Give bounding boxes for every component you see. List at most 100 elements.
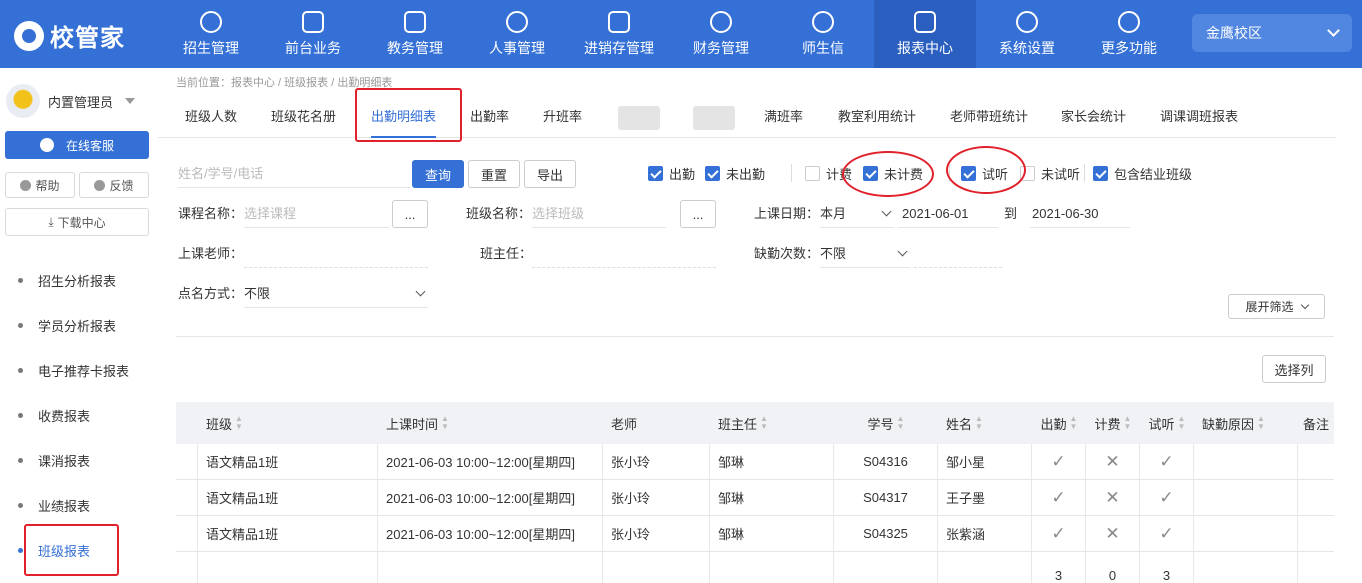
tab-full-class-rate[interactable]: 满班率 bbox=[764, 96, 803, 138]
cell-absence-reason bbox=[1194, 480, 1298, 515]
search-input[interactable]: 姓名/学号/电话 bbox=[178, 160, 410, 188]
menu-item-class-consumption[interactable]: 课消报表 bbox=[0, 438, 158, 483]
column-header-absence-reason[interactable]: 缺勤原因 ▲ ▼ bbox=[1194, 402, 1298, 444]
table-row[interactable]: 语文精品1班 2021-06-03 10:00~12:00[星期四] 张小玲 邹… bbox=[176, 444, 1334, 480]
bullet-icon bbox=[18, 458, 23, 463]
bullet-icon bbox=[18, 278, 23, 283]
column-header-billed[interactable]: 计费 ▲ ▼ bbox=[1086, 402, 1140, 444]
table-row[interactable]: 语文精品1班 2021-06-03 10:00~12:00[星期四] 张小玲 邹… bbox=[176, 516, 1334, 552]
user-menu[interactable]: 内置管理员 bbox=[6, 84, 136, 118]
export-button[interactable]: 导出 bbox=[524, 160, 576, 188]
date-range-select[interactable]: 本月 bbox=[820, 200, 894, 228]
cross-icon: ✕ bbox=[1105, 523, 1120, 543]
column-header-time[interactable]: 上课时间 ▲ ▼ bbox=[378, 402, 603, 444]
tab-reschedule-report[interactable]: 调课调班报表 bbox=[1160, 96, 1238, 138]
download-center-button[interactable]: ⤓ 下载中心 bbox=[5, 208, 149, 236]
chevron-down-icon bbox=[1327, 24, 1340, 37]
class-picker-button[interactable]: ... bbox=[680, 200, 716, 228]
cell-billed: ✕ bbox=[1086, 444, 1140, 479]
header-label: 备注 bbox=[1302, 416, 1329, 432]
course-input[interactable]: 选择课程 bbox=[244, 200, 389, 228]
section-divider bbox=[176, 336, 1334, 337]
table-header-row: 班级 ▲ ▼ 上课时间 ▲ ▼ 老师 班主任 ▲ ▼ 学号 ▲ ▼ 姓名 ▲ ▼ 出勤 ▲ ▼ 计费 ▲ ▼… bbox=[176, 402, 1334, 444]
nav-item-hr[interactable]: 人事管理 bbox=[466, 0, 568, 68]
cell-attend: ✓ bbox=[1032, 444, 1086, 479]
online-service-button[interactable]: 在线客服 bbox=[5, 131, 149, 159]
feedback-label: 反馈 bbox=[109, 178, 134, 193]
cell-empty bbox=[710, 552, 834, 583]
cell-name: 王子墨 bbox=[938, 480, 1032, 515]
date-to-input[interactable]: 2021-06-30 bbox=[1030, 200, 1130, 228]
cell-head-teacher: 邹琳 bbox=[710, 480, 834, 515]
nav-item-settings[interactable]: 系统设置 bbox=[976, 0, 1078, 68]
menu-item-referral-card[interactable]: 电子推荐卡报表 bbox=[0, 348, 158, 393]
nav-item-enrollment[interactable]: 招生管理 bbox=[160, 0, 262, 68]
help-button[interactable]: 帮助 bbox=[5, 172, 75, 198]
column-header-head-teacher[interactable]: 班主任 ▲ ▼ bbox=[710, 402, 834, 444]
tab-attendance-rate[interactable]: 出勤率 bbox=[470, 96, 509, 138]
feedback-button[interactable]: 反馈 bbox=[79, 172, 149, 198]
tab-class-roster[interactable]: 班级花名册 bbox=[271, 96, 336, 138]
campus-selector[interactable]: 金鹰校区 bbox=[1192, 14, 1352, 52]
date-label: 上课日期： bbox=[754, 206, 820, 221]
column-header-trial[interactable]: 试听 ▲ ▼ bbox=[1140, 402, 1194, 444]
menu-item-performance[interactable]: 业绩报表 bbox=[0, 483, 158, 528]
date-from-input[interactable]: 2021-06-01 bbox=[898, 200, 998, 228]
total-trial: 3 bbox=[1140, 552, 1194, 583]
checkbox-absent[interactable]: 未出勤 bbox=[705, 163, 765, 183]
rollcall-select[interactable]: 不限 bbox=[244, 280, 428, 308]
header-label: 班主任 bbox=[718, 416, 758, 432]
cell-remark bbox=[1298, 516, 1334, 551]
cross-icon: ✕ bbox=[1105, 487, 1120, 507]
nav-item-finance[interactable]: 财务管理 bbox=[670, 0, 772, 68]
tab-parent-meeting[interactable]: 家长会统计 bbox=[1061, 96, 1126, 138]
table-row[interactable]: 语文精品1班 2021-06-03 10:00~12:00[星期四] 张小玲 邹… bbox=[176, 480, 1334, 516]
online-service-label: 在线客服 bbox=[65, 138, 114, 153]
nav-item-messages[interactable]: 师生信 bbox=[772, 0, 874, 68]
menu-item-fees[interactable]: 收费报表 bbox=[0, 393, 158, 438]
reset-button[interactable]: 重置 bbox=[468, 160, 520, 188]
chevron-down-icon bbox=[881, 206, 892, 217]
column-header-attend[interactable]: 出勤 ▲ ▼ bbox=[1032, 402, 1086, 444]
checkbox-label: 包含结业班级 bbox=[1114, 166, 1193, 182]
menu-item-enrollment-analysis[interactable]: 招生分析报表 bbox=[0, 258, 158, 303]
brand-logo[interactable]: 校管家 bbox=[14, 18, 125, 53]
class-input[interactable]: 选择班级 bbox=[532, 200, 666, 228]
nav-item-reports[interactable]: 报表中心 bbox=[874, 0, 976, 68]
download-icon: ⤓ bbox=[48, 214, 54, 229]
checkbox-non-trial[interactable]: 未试听 bbox=[1020, 163, 1080, 183]
course-picker-button[interactable]: ... bbox=[392, 200, 428, 228]
absence-select[interactable]: 不限 bbox=[820, 240, 910, 268]
tab-class-count[interactable]: 班级人数 bbox=[185, 96, 237, 138]
blurred-tab bbox=[693, 106, 735, 130]
checkbox-include-graduated[interactable]: 包含结业班级 bbox=[1093, 163, 1192, 183]
absence-count-input[interactable] bbox=[914, 240, 1002, 268]
head-teacher-label: 班主任： bbox=[480, 246, 533, 261]
avatar bbox=[6, 84, 40, 118]
annotation-circle-trial bbox=[946, 146, 1026, 194]
column-header-name[interactable]: 姓名 ▲ ▼ bbox=[938, 402, 1032, 444]
choose-columns-button[interactable]: 选择列 bbox=[1262, 355, 1326, 383]
tab-promotion-rate[interactable]: 升班率 bbox=[543, 96, 582, 138]
header-label: 老师 bbox=[611, 416, 638, 432]
checkbox-attend[interactable]: 出勤 bbox=[648, 163, 695, 183]
head-teacher-input[interactable] bbox=[532, 240, 716, 268]
nav-item-inventory[interactable]: 进销存管理 bbox=[568, 0, 670, 68]
cell-empty bbox=[834, 552, 938, 583]
column-header-student-id[interactable]: 学号 ▲ ▼ bbox=[834, 402, 938, 444]
expand-filters-button[interactable]: 展开筛选 bbox=[1228, 294, 1325, 319]
nav-item-front-desk[interactable]: 前台业务 bbox=[262, 0, 364, 68]
bullet-icon bbox=[18, 368, 23, 373]
cell-absence-reason bbox=[1194, 444, 1298, 479]
tab-classroom-usage[interactable]: 教室利用统计 bbox=[838, 96, 916, 138]
header-label: 班级 bbox=[206, 416, 233, 432]
header-label: 姓名 bbox=[946, 416, 973, 432]
menu-item-student-analysis[interactable]: 学员分析报表 bbox=[0, 303, 158, 348]
nav-item-academic[interactable]: 教务管理 bbox=[364, 0, 466, 68]
teacher-input[interactable] bbox=[244, 240, 428, 268]
date-to-label: 到 bbox=[1004, 206, 1018, 221]
column-header-class[interactable]: 班级 ▲ ▼ bbox=[198, 402, 378, 444]
tab-teacher-classes[interactable]: 老师带班统计 bbox=[950, 96, 1028, 138]
query-button[interactable]: 查询 bbox=[412, 160, 464, 188]
nav-item-more[interactable]: 更多功能 bbox=[1078, 0, 1180, 68]
